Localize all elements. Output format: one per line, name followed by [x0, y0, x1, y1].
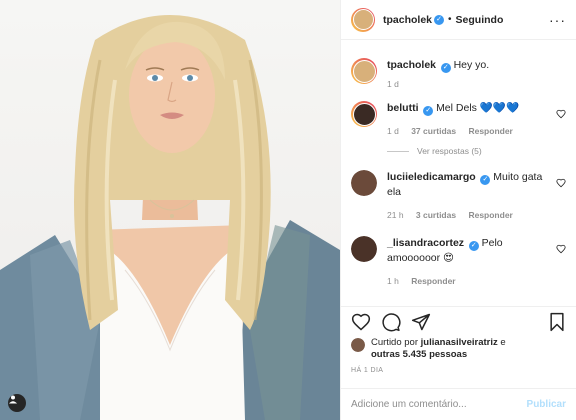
portrait-illustration	[0, 15, 340, 420]
follow-state-button[interactable]: Seguindo	[456, 14, 504, 26]
comment-text: Mel Dels 💙💙💙	[436, 102, 520, 114]
comment-time[interactable]: 1 d	[387, 126, 399, 136]
comment-username[interactable]: belutti	[387, 102, 419, 114]
reply-button[interactable]: Responder	[468, 210, 512, 220]
author-username[interactable]: tpacholek	[383, 14, 432, 26]
comment-item: belutti ✓ Mel Dels 💙💙💙 1 d 37 curtidas R…	[351, 101, 566, 138]
heart-icon[interactable]	[556, 109, 566, 119]
comment-likes[interactable]: 3 curtidas	[416, 210, 456, 220]
verified-badge-icon: ✓	[440, 63, 451, 73]
post-date[interactable]: HÁ 1 DIA	[351, 367, 566, 374]
bookmark-icon[interactable]	[548, 312, 566, 332]
post-header: tpacholek ✓ • Seguindo ···	[341, 0, 576, 40]
comment-username[interactable]: tpacholek	[387, 59, 436, 71]
comment-time[interactable]: 1 h	[387, 276, 399, 286]
comments-list: tpacholek ✓ Hey yo. 1 d belutti ✓ Mel De…	[341, 48, 576, 304]
heart-icon[interactable]	[556, 244, 566, 254]
like-heart-icon[interactable]	[351, 312, 371, 332]
verified-badge-icon: ✓	[468, 241, 479, 251]
liked-by-suffix: e	[500, 337, 506, 348]
reply-button[interactable]: Responder	[468, 126, 512, 136]
comment-text: Hey yo.	[453, 59, 490, 71]
publish-button[interactable]: Publicar	[527, 399, 566, 410]
comment-time[interactable]: 21 h	[387, 210, 404, 220]
verified-badge-icon: ✓	[423, 106, 434, 116]
user-tag-icon[interactable]	[8, 394, 26, 412]
more-dots-icon[interactable]: ···	[549, 13, 566, 27]
liked-by-user[interactable]: julianasilveiratriz	[421, 337, 498, 348]
view-replies-button[interactable]: Ver respostas (5)	[387, 146, 566, 156]
comment-item: _lisandracortez ✓ Pelo amoooooor 😍 1 h R…	[351, 236, 566, 288]
share-send-icon[interactable]	[411, 312, 431, 332]
liker-avatar[interactable]	[351, 338, 365, 352]
likes-count-link[interactable]: outras 5.435 pessoas	[371, 349, 467, 360]
comment-avatar[interactable]	[351, 58, 377, 84]
verified-badge-icon: ✓	[434, 14, 445, 25]
likes-summary: Curtido por julianasilveiratriz e outras…	[351, 337, 566, 361]
comment-avatar[interactable]	[351, 170, 377, 196]
comment-username[interactable]: luciieledicamargo	[387, 171, 476, 183]
verified-badge-icon: ✓	[480, 175, 491, 185]
comment-likes[interactable]: 37 curtidas	[411, 126, 456, 136]
comment-time[interactable]: 1 d	[387, 79, 399, 89]
author-avatar[interactable]	[351, 7, 375, 32]
comment-input[interactable]	[351, 399, 527, 410]
comment-avatar[interactable]	[351, 236, 377, 262]
caption-comment: tpacholek ✓ Hey yo. 1 d	[351, 58, 566, 91]
post-sidebar: tpacholek ✓ • Seguindo ··· tpacholek ✓ H…	[340, 0, 576, 420]
comment-username[interactable]: _lisandracortez	[387, 237, 464, 249]
comment-avatar[interactable]	[351, 101, 377, 127]
heart-icon[interactable]	[556, 178, 566, 188]
post-photo[interactable]	[0, 0, 340, 420]
comment-bubble-icon[interactable]	[381, 312, 401, 332]
liked-by-prefix: Curtido por	[371, 337, 418, 348]
separator-dot: •	[448, 14, 452, 25]
add-comment-bar: Publicar	[341, 388, 576, 420]
reply-button[interactable]: Responder	[411, 276, 455, 286]
comment-item: luciieledicamargo ✓ Muito gata ela 21 h …	[351, 170, 566, 222]
post-actions: Curtido por julianasilveiratriz e outras…	[341, 306, 576, 374]
